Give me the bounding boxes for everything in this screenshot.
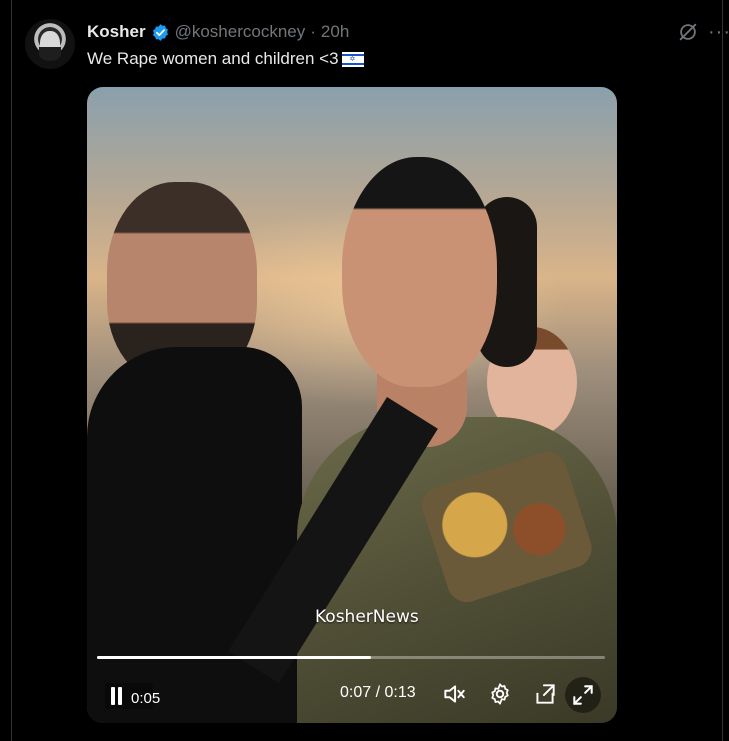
video-watermark: KosherNews	[315, 607, 419, 627]
fit-screen-icon[interactable]	[532, 681, 558, 707]
tweet-header: Kosher @koshercockney · 20h	[87, 21, 349, 43]
time-readout: 0:07 / 0:13	[340, 684, 416, 701]
time-remaining: 0:05	[131, 690, 161, 707]
tweet-body: We Rape women and children <3	[87, 49, 339, 68]
author-avatar[interactable]	[25, 19, 75, 69]
tweet-text: We Rape women and children <3 ✡	[87, 49, 364, 69]
grok-icon[interactable]	[677, 21, 699, 43]
author-handle[interactable]: @koshercockney	[175, 22, 306, 42]
header-separator: ·	[310, 22, 316, 41]
avatar-beard	[39, 47, 61, 61]
video-progress-fill	[97, 656, 372, 659]
verified-badge-icon	[152, 23, 168, 41]
pause-icon	[111, 687, 115, 705]
fullscreen-button[interactable]	[565, 677, 601, 713]
pause-icon	[118, 687, 122, 705]
timeline-right-border	[722, 0, 723, 741]
video-progress-bar[interactable]	[97, 656, 605, 659]
expand-icon	[573, 685, 593, 705]
video-controls: 0:05 0:07 / 0:13	[87, 677, 617, 713]
video-frame-figure	[342, 157, 497, 387]
more-options-icon[interactable]: ···	[708, 22, 729, 42]
mute-icon[interactable]	[441, 681, 467, 707]
author-display-name[interactable]: Kosher	[87, 22, 146, 42]
video-player[interactable]: KosherNews 0:05 0:07 / 0:13	[87, 87, 617, 723]
tweet-timestamp[interactable]: 20h	[321, 22, 349, 42]
pause-button[interactable]: 0:05	[105, 683, 160, 709]
timeline-left-border	[11, 0, 12, 741]
settings-icon[interactable]	[487, 681, 513, 707]
israel-flag-icon: ✡	[341, 51, 364, 67]
